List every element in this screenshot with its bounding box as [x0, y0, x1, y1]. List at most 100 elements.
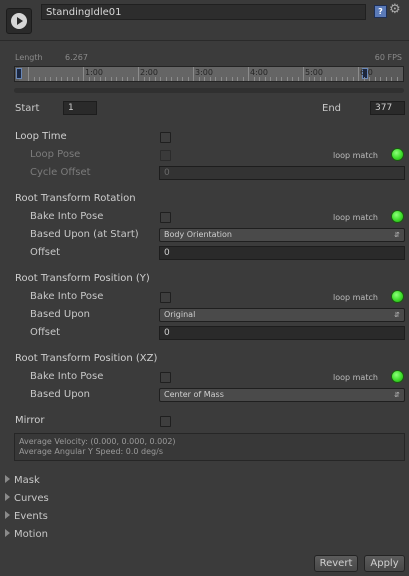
- timeline-minor-tick: [94, 77, 95, 81]
- foldout-arrow-icon: [5, 475, 10, 483]
- timeline-minor-tick: [330, 77, 332, 81]
- timeline-minor-tick: [380, 77, 381, 81]
- revert-button[interactable]: Revert: [314, 555, 358, 572]
- timeline-minor-tick: [154, 77, 156, 81]
- cycle-offset-label: Cycle Offset: [30, 167, 91, 178]
- position-y-based-upon-dropdown[interactable]: Original ⇵: [159, 308, 405, 322]
- timeline-minor-tick: [66, 77, 68, 81]
- loop-match-indicator: [391, 148, 404, 161]
- start-label: Start: [15, 103, 40, 114]
- position-y-loop-match-label: loop match: [333, 293, 378, 302]
- position-y-offset-label: Offset: [30, 327, 61, 338]
- foldout-motion[interactable]: Motion: [5, 529, 48, 540]
- timeline-tick-label: 4:00: [250, 68, 268, 77]
- rotation-bake-checkbox[interactable]: [160, 212, 171, 223]
- timeline-tick-label: 1:00: [85, 68, 103, 77]
- mirror-checkbox[interactable]: [160, 416, 171, 427]
- timeline-minor-tick: [116, 77, 117, 81]
- timeline-minor-tick: [325, 77, 326, 81]
- timeline-minor-tick: [127, 77, 128, 81]
- timeline-minor-tick: [220, 77, 222, 81]
- rotation-loop-match-indicator: [391, 210, 404, 223]
- timeline-minor-tick: [209, 77, 211, 81]
- timeline-minor-tick: [385, 77, 387, 81]
- timeline-minor-tick: [303, 67, 304, 81]
- timeline-minor-tick: [105, 77, 106, 81]
- foldout-curves[interactable]: Curves: [5, 493, 49, 504]
- timeline-minor-tick: [28, 67, 29, 81]
- apply-button[interactable]: Apply: [364, 555, 405, 572]
- foldout-arrow-icon: [5, 493, 10, 501]
- timeline-minor-tick: [193, 67, 194, 81]
- loop-pose-checkbox[interactable]: [160, 150, 171, 161]
- end-field[interactable]: 377: [370, 101, 405, 115]
- timeline-minor-tick: [143, 77, 145, 81]
- timeline-minor-tick: [231, 77, 233, 81]
- cycle-offset-field[interactable]: 0: [159, 166, 405, 180]
- position-y-loop-match-indicator: [391, 290, 404, 303]
- timeline-header: Length 6.267 60 FPS: [15, 53, 404, 65]
- position-y-bake-checkbox[interactable]: [160, 292, 171, 303]
- timeline-minor-tick: [308, 77, 310, 81]
- timeline-minor-tick: [237, 77, 238, 81]
- timeline-ruler[interactable]: 1:00 2:00 3:00 4:00 5:00 6:0: [14, 66, 404, 82]
- timeline-minor-tick: [292, 77, 293, 81]
- loop-pose-label: Loop Pose: [30, 149, 81, 160]
- clip-name-field[interactable]: StandingIdle01: [41, 4, 366, 20]
- position-y-based-upon-label: Based Upon: [30, 309, 90, 320]
- timeline-minor-tick: [39, 77, 40, 81]
- end-label: End: [322, 103, 342, 114]
- timeline-minor-tick: [226, 77, 227, 81]
- foldout-events[interactable]: Events: [5, 511, 48, 522]
- foldout-mask[interactable]: Mask: [5, 475, 40, 486]
- rotation-offset-field[interactable]: 0: [159, 246, 405, 260]
- position-xz-based-upon-dropdown[interactable]: Center of Mass ⇵: [159, 388, 405, 402]
- animation-clip-icon[interactable]: [6, 8, 32, 34]
- timeline-minor-tick: [182, 77, 183, 81]
- timeline-minor-tick: [165, 77, 167, 81]
- help-icon[interactable]: ?: [374, 5, 387, 18]
- start-marker[interactable]: [16, 68, 22, 79]
- dropdown-arrow-icon: ⇵: [394, 391, 400, 399]
- loop-time-checkbox[interactable]: [160, 132, 171, 143]
- rotation-section-title: Root Transform Rotation: [15, 193, 136, 204]
- dropdown-arrow-icon: ⇵: [394, 311, 400, 319]
- timeline-minor-tick: [88, 77, 90, 81]
- position-y-section-title: Root Transform Position (Y): [15, 273, 150, 284]
- timeline-minor-tick: [138, 67, 139, 81]
- timeline-minor-tick: [198, 77, 200, 81]
- dropdown-arrow-icon: ⇵: [394, 231, 400, 239]
- gear-icon[interactable]: ⚙: [389, 3, 403, 17]
- timeline-minor-tick: [391, 77, 392, 81]
- rotation-based-upon-value: Body Orientation: [164, 230, 232, 239]
- average-velocity-text: Average Velocity: (0.000, 0.000, 0.002): [19, 437, 176, 446]
- fps-label: 60 FPS: [374, 53, 402, 62]
- timeline-minor-tick: [121, 77, 123, 81]
- position-xz-based-upon-value: Center of Mass: [164, 390, 224, 399]
- timeline-tick-label: 5:00: [305, 68, 323, 77]
- start-field[interactable]: 1: [63, 101, 97, 115]
- position-xz-bake-checkbox[interactable]: [160, 372, 171, 383]
- timeline-tick-label: 3:00: [195, 68, 213, 77]
- timeline-minor-tick: [44, 77, 46, 81]
- position-y-bake-label: Bake Into Pose: [30, 291, 104, 302]
- loop-match-label: loop match: [333, 151, 378, 160]
- position-xz-loop-match-label: loop match: [333, 373, 378, 382]
- timeline-minor-tick: [50, 77, 51, 81]
- timeline-minor-tick: [369, 77, 370, 81]
- foldout-curves-label: Curves: [14, 493, 49, 504]
- timeline-minor-tick: [171, 77, 172, 81]
- timeline-minor-tick: [358, 67, 359, 81]
- timeline-minor-tick: [281, 77, 282, 81]
- timeline-minor-tick: [275, 77, 277, 81]
- position-y-offset-field[interactable]: 0: [159, 326, 405, 340]
- timeline-minor-tick: [61, 77, 62, 81]
- rotation-bake-label: Bake Into Pose: [30, 211, 104, 222]
- timeline-minor-tick: [132, 77, 134, 81]
- length-value: 6.267: [65, 53, 88, 62]
- timeline-minor-tick: [187, 77, 189, 81]
- timeline-minor-tick: [176, 77, 178, 81]
- timeline-minor-tick: [363, 77, 365, 81]
- rotation-based-upon-dropdown[interactable]: Body Orientation ⇵: [159, 228, 405, 242]
- timeline-scrollbar[interactable]: [14, 88, 404, 93]
